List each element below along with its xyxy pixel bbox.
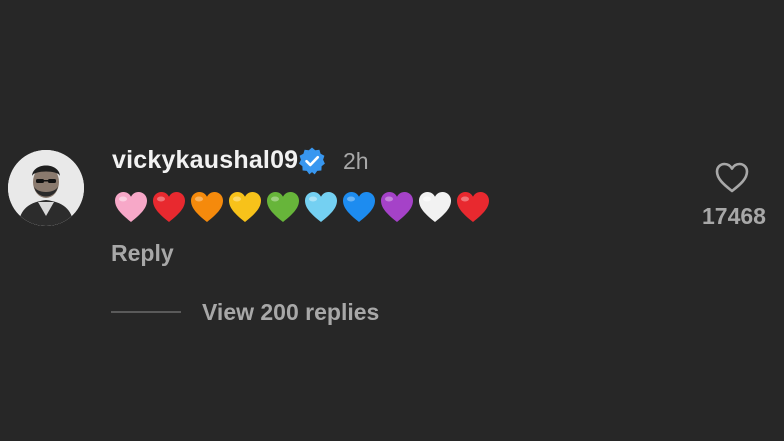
avatar[interactable] [8, 150, 84, 226]
like-count: 17468 [702, 203, 766, 229]
orange-heart-icon [191, 192, 223, 222]
comment-timestamp: 2h [343, 148, 369, 174]
verified-badge-icon [299, 147, 325, 175]
purple-heart-icon [381, 192, 413, 222]
reply-button[interactable]: Reply [111, 238, 174, 268]
comment-username[interactable]: vickykaushal09 [112, 145, 298, 175]
white-heart-icon [419, 192, 451, 222]
view-replies-button[interactable]: View 200 replies [202, 297, 379, 327]
red-heart-icon [457, 192, 489, 222]
blue-heart-icon [343, 192, 375, 222]
light-blue-heart-icon [305, 192, 337, 222]
comment-body [113, 190, 491, 226]
green-heart-icon [267, 192, 299, 222]
pink-heart-icon [115, 192, 147, 222]
avatar-photo [8, 150, 84, 226]
replies-divider [111, 311, 181, 313]
comment-screen: vickykaushal09 2h Reply View 200 replies… [0, 0, 784, 441]
heart-outline-icon[interactable] [713, 159, 751, 195]
red-heart-icon [153, 192, 185, 222]
yellow-heart-icon [229, 192, 261, 222]
